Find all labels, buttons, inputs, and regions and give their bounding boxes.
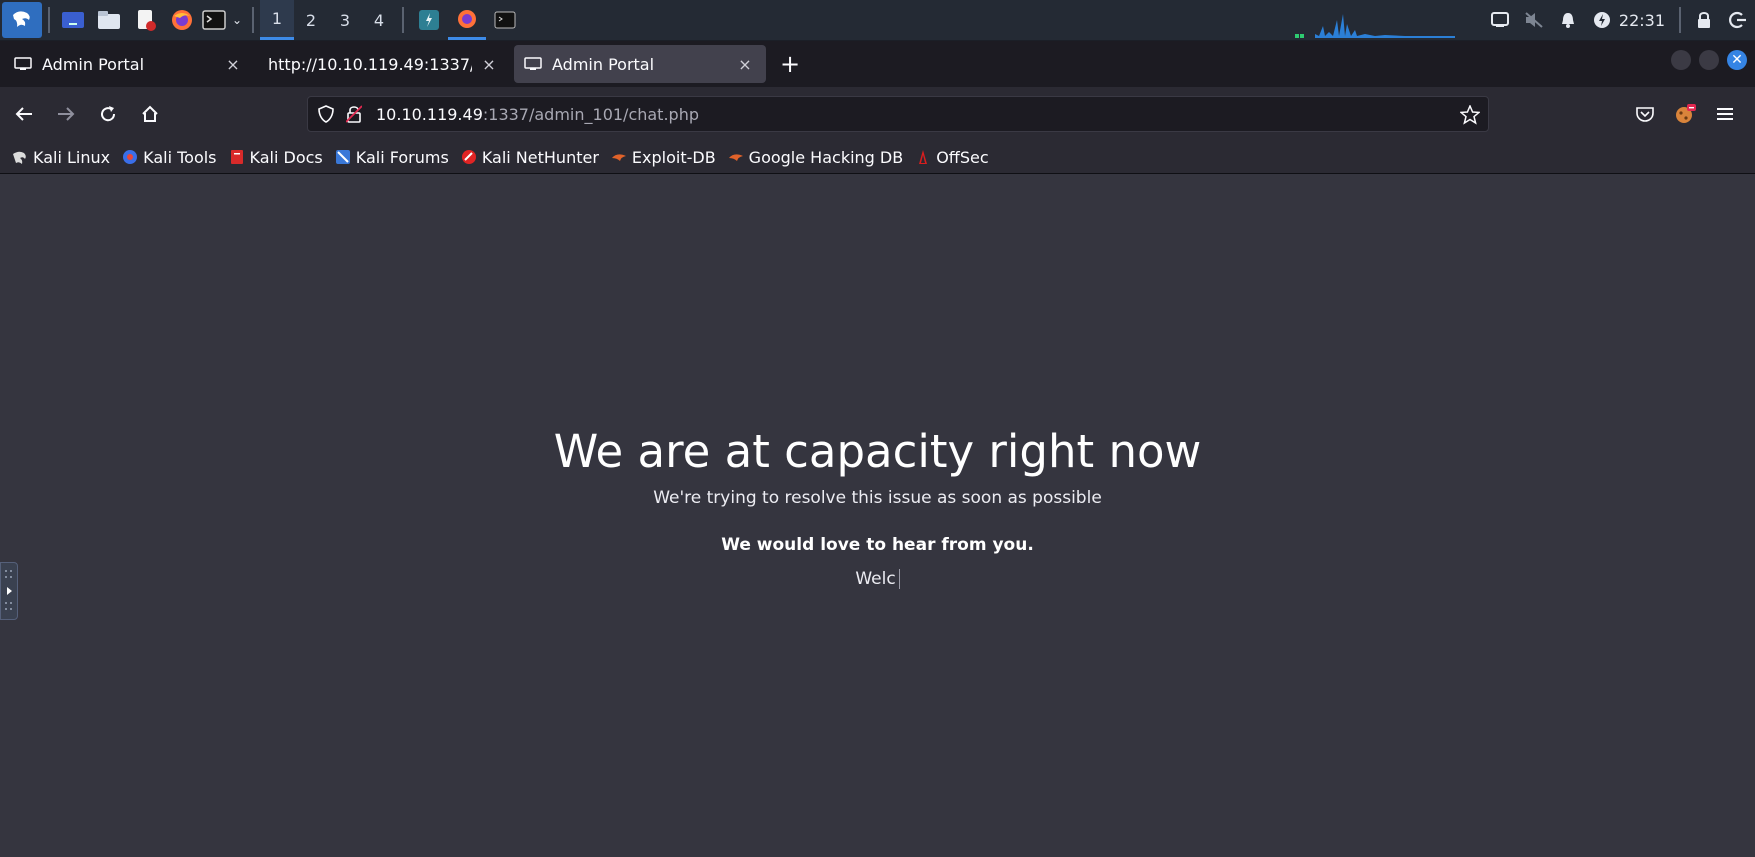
home-button[interactable] [132, 96, 168, 132]
page-headline: We are at capacity right now [553, 425, 1202, 478]
tab-close-icon[interactable]: × [734, 55, 756, 74]
close-window-icon[interactable]: ✕ [1727, 50, 1747, 70]
kali-forums-icon [335, 150, 350, 164]
bookmark-label: Google Hacking DB [748, 147, 904, 167]
bookmark-kali-docs[interactable]: Kali Docs [229, 148, 323, 167]
bookmarks-toolbar: Kali Linux Kali Tools Kali Docs Kali For… [0, 141, 1755, 174]
power-manager-icon[interactable] [1585, 0, 1619, 40]
bookmark-label: Kali Linux [33, 147, 111, 167]
bookmark-google-hacking-db[interactable]: Google Hacking DB [728, 147, 904, 167]
typed-message: Welc [855, 569, 896, 589]
kali-menu-icon[interactable] [2, 2, 42, 38]
task-terminal-icon[interactable] [486, 0, 524, 40]
workspace-1[interactable]: 1 [260, 0, 294, 40]
new-tab-button[interactable]: + [772, 46, 808, 82]
system-tray: 22:31 [1483, 0, 1755, 40]
bookmark-label: Exploit-DB [631, 147, 716, 167]
bookmark-star-icon[interactable] [1459, 104, 1481, 129]
maximize-button[interactable] [1699, 50, 1719, 70]
lock-screen-icon[interactable] [1687, 0, 1721, 40]
contact-heading: We would love to hear from you. [721, 535, 1034, 555]
minimize-button[interactable] [1671, 50, 1691, 70]
file-manager-icon[interactable] [90, 2, 128, 38]
url-host: 10.10.119.49 [376, 104, 483, 124]
tab-label: http://10.10.119.49:1337/adm [268, 54, 472, 74]
bookmark-label: Kali NetHunter [481, 147, 599, 167]
exploit-db-icon [611, 154, 626, 161]
insecure-lock-icon[interactable] [346, 105, 366, 123]
url-bar[interactable]: 10.10.119.49:1337/admin_101/chat.php [307, 96, 1489, 132]
reload-button[interactable] [90, 96, 126, 132]
volume-muted-icon[interactable] [1517, 0, 1551, 40]
typing-text: Welc [0, 569, 1755, 589]
network-graph-icon [1295, 14, 1455, 38]
notification-bell-icon[interactable] [1551, 0, 1585, 40]
extension-cookie-icon[interactable] [1665, 96, 1705, 132]
panel-separator [48, 7, 50, 33]
forward-button[interactable] [48, 96, 84, 132]
kali-docs-icon [230, 150, 243, 164]
bookmark-offsec[interactable]: OffSec [915, 147, 989, 167]
workspace-2[interactable]: 2 [294, 0, 328, 40]
bookmark-label: OffSec [936, 147, 989, 167]
bookmark-kali-linux[interactable]: Kali Linux [12, 148, 110, 167]
tab-strip: Admin Portal × http://10.10.119.49:1337/… [0, 41, 1755, 87]
task-firefox-icon[interactable] [448, 0, 486, 40]
url-text[interactable]: 10.10.119.49:1337/admin_101/chat.php [376, 105, 699, 124]
workspace-4[interactable]: 4 [362, 0, 396, 40]
bookmark-kali-forums[interactable]: Kali Forums [335, 148, 449, 167]
bookmark-label: Kali Docs [249, 147, 323, 167]
tab-close-icon[interactable]: × [222, 55, 244, 74]
tracking-shield-icon[interactable] [318, 105, 338, 123]
url-path: :1337/admin_101/chat.php [482, 104, 699, 124]
panel-separator [252, 7, 254, 33]
hamburger-menu-icon[interactable] [1705, 96, 1745, 132]
back-button[interactable] [6, 96, 42, 132]
panel-separator [402, 7, 404, 33]
tab-admin-portal-1[interactable]: Admin Portal × [4, 45, 254, 83]
text-editor-icon[interactable] [128, 2, 164, 38]
logout-icon[interactable] [1721, 0, 1755, 40]
page-subline: We're trying to resolve this issue as so… [653, 488, 1102, 508]
offsec-icon [919, 150, 928, 164]
workspace-3[interactable]: 3 [328, 0, 362, 40]
kali-tools-icon [123, 150, 138, 164]
bookmark-exploit-db[interactable]: Exploit-DB [611, 148, 716, 167]
tab-label: Admin Portal [552, 54, 655, 74]
tab-url-10-10-119-49[interactable]: http://10.10.119.49:1337/adm × [258, 45, 510, 83]
bookmark-kali-nethunter[interactable]: Kali NetHunter [461, 148, 599, 167]
bookmark-kali-tools[interactable]: Kali Tools [122, 147, 217, 167]
toolbar-right [1625, 96, 1745, 132]
kali-dragon-icon [13, 151, 26, 164]
ghdb-icon [728, 154, 743, 161]
panel-clock[interactable]: 22:31 [1619, 11, 1673, 30]
text-caret [898, 569, 900, 589]
terminal-launcher-icon[interactable] [200, 2, 228, 38]
navigation-toolbar: 10.10.119.49:1337/admin_101/chat.php [0, 87, 1755, 141]
display-icon[interactable] [1483, 0, 1517, 40]
bookmark-label: Kali Forums [355, 147, 449, 167]
pocket-icon[interactable] [1625, 96, 1665, 132]
tab-label: Admin Portal [42, 54, 145, 74]
system-panel: ⌄ 1 2 3 4 22:31 [0, 0, 1755, 41]
tab-favicon-icon [14, 57, 32, 70]
tab-admin-portal-active[interactable]: Admin Portal × [514, 45, 766, 83]
page-content: We are at capacity right now We're tryin… [0, 174, 1755, 857]
panel-separator [1679, 7, 1681, 33]
tab-close-icon[interactable]: × [478, 55, 500, 74]
tab-favicon-icon [524, 57, 542, 70]
nethunter-icon [461, 150, 476, 164]
task-burp-icon[interactable] [410, 0, 448, 40]
chevron-down-icon[interactable]: ⌄ [228, 2, 246, 38]
window-controls: ✕ [1671, 50, 1747, 70]
show-desktop-icon[interactable] [56, 2, 90, 38]
bookmark-label: Kali Tools [143, 147, 217, 167]
firefox-launcher-icon[interactable] [164, 2, 200, 38]
